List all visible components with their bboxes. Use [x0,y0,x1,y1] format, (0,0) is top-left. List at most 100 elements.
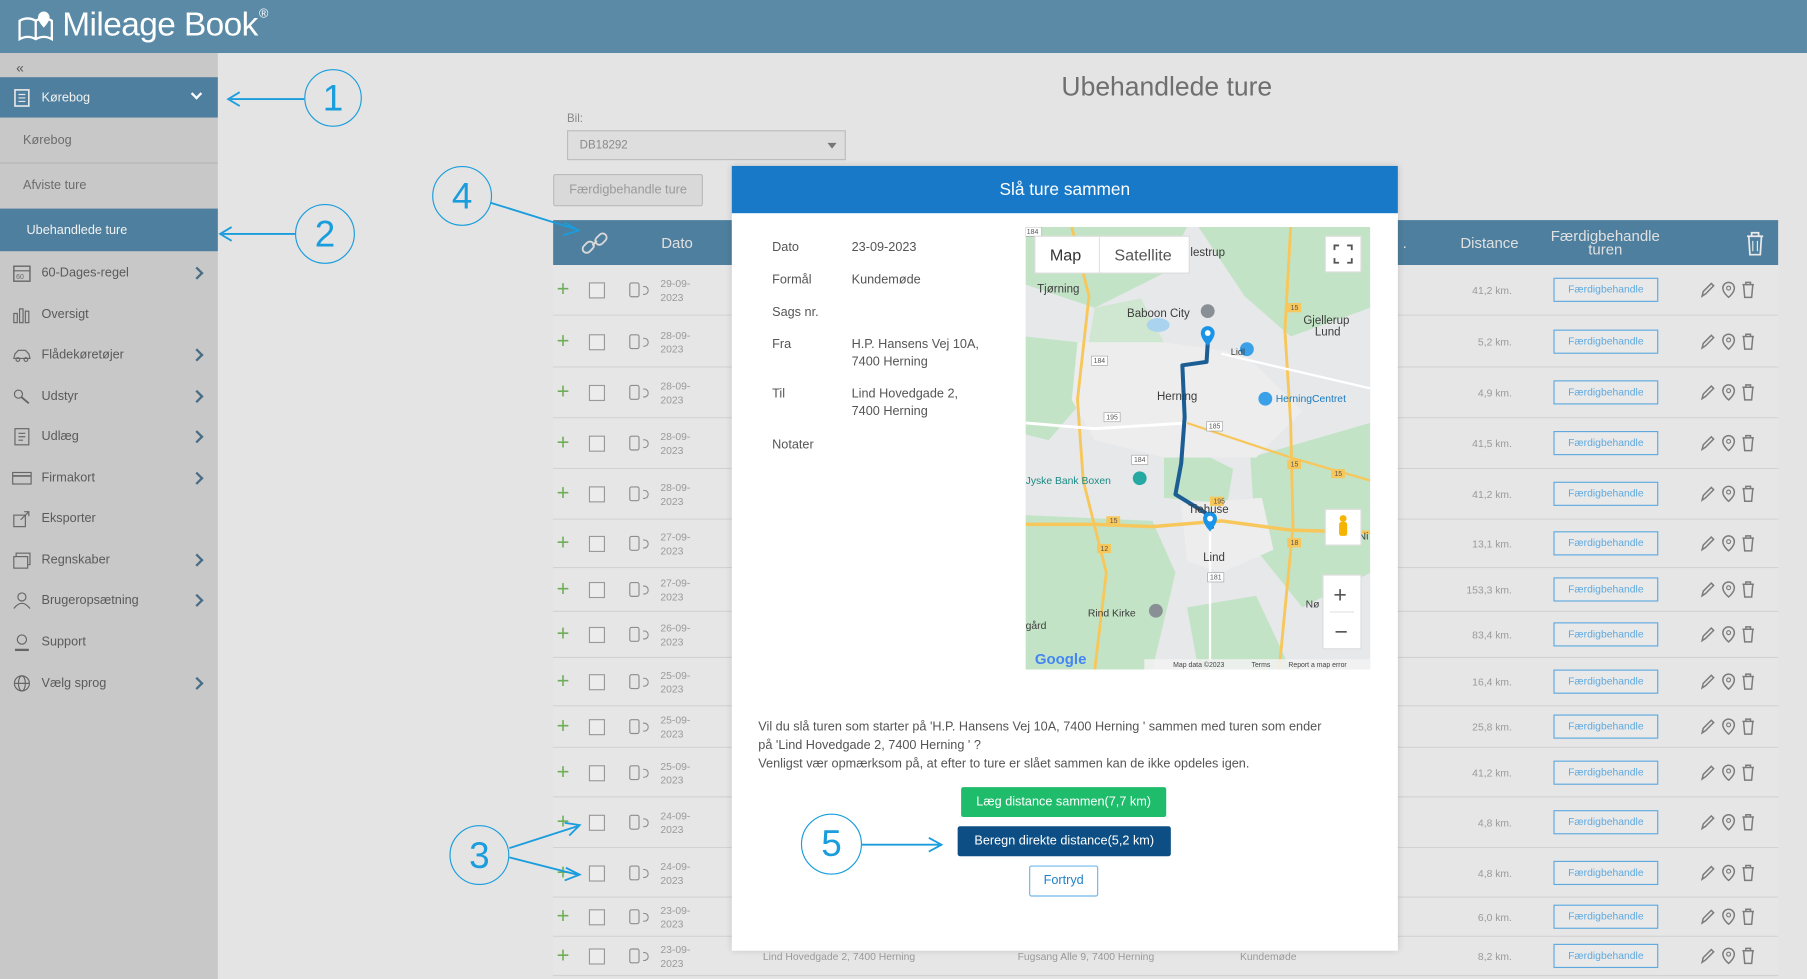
trash-icon[interactable] [1741,947,1755,965]
route-map[interactable]: 184 195 185 184 181 184 12 15 18 15 15 1… [1025,227,1371,670]
edit-pencil-icon[interactable] [1700,814,1716,831]
sidebar-subitem-korebog[interactable]: Kørebog [0,118,218,163]
trash-icon[interactable] [1741,535,1755,552]
trash-icon[interactable] [1741,485,1755,503]
complete-trip-button[interactable]: Færdigbehandle [1553,622,1659,647]
edit-pencil-icon[interactable] [1700,281,1716,298]
sidebar-item-support[interactable]: Support [0,629,218,654]
row-checkbox[interactable] [588,764,606,781]
sidebar-item-regnskaber[interactable]: Regnskaber [0,547,218,572]
row-checkbox[interactable] [588,384,606,402]
complete-trip-button[interactable]: Færdigbehandle [1553,577,1659,602]
expand-row-button[interactable]: + [557,906,570,928]
sidebar-subitem-ubehandlede-ture[interactable]: Ubehandlede ture [0,208,218,252]
expand-row-button[interactable]: + [557,330,570,352]
edit-pencil-icon[interactable] [1700,673,1716,690]
trash-icon[interactable] [1741,332,1755,350]
complete-trip-button[interactable]: Færdigbehandle [1553,277,1659,302]
map-pin-icon[interactable] [1722,581,1736,598]
map-canvas[interactable]: 184 195 185 184 181 184 12 15 18 15 15 1… [1025,227,1371,670]
expand-row-button[interactable]: + [557,671,570,693]
row-checkbox[interactable] [588,435,606,452]
edit-pencil-icon[interactable] [1700,485,1716,502]
sidebar-item-korebog[interactable]: Kørebog [0,77,218,118]
row-checkbox[interactable] [588,333,606,350]
distance-column-header[interactable]: Distance [1446,220,1532,265]
map-pin-icon[interactable] [1722,281,1736,299]
map-pin-icon[interactable] [1722,485,1736,503]
expand-row-button[interactable]: + [557,483,570,505]
complete-trip-button[interactable]: Færdigbehandle [1553,714,1659,739]
row-checkbox[interactable] [588,626,606,644]
trash-icon[interactable] [1741,581,1755,598]
cancel-button[interactable]: Fortryd [1029,865,1099,897]
sidebar-item-vaelg-sprog[interactable]: Vælg sprog [0,671,218,696]
sidebar-item-fladekoretojer[interactable]: Flådekøretøjer [0,342,218,367]
expand-row-button[interactable]: + [557,579,570,601]
map-pin-icon[interactable] [1722,434,1736,452]
expand-row-button[interactable]: + [557,432,570,454]
complete-trip-button[interactable]: Færdigbehandle [1553,430,1659,456]
row-checkbox[interactable] [588,674,606,691]
complete-trip-button[interactable]: Færdigbehandle [1553,380,1659,405]
edit-pencil-icon[interactable] [1700,581,1716,598]
row-checkbox[interactable] [588,486,606,503]
trash-icon[interactable] [1741,763,1755,781]
edit-pencil-icon[interactable] [1700,864,1716,881]
map-pin-icon[interactable] [1722,763,1736,781]
trash-icon[interactable] [1741,673,1755,690]
sidebar-item-60-dages-regel[interactable]: 60 60-Dages-regel [0,260,218,285]
row-checkbox[interactable] [588,535,606,552]
expand-row-button[interactable]: + [557,811,570,833]
complete-trip-button[interactable]: Færdigbehandle [1553,760,1659,785]
row-checkbox[interactable] [588,814,606,831]
edit-pencil-icon[interactable] [1700,384,1716,401]
map-pin-icon[interactable] [1722,384,1736,401]
sidebar-item-brugeropsaetning[interactable]: Brugeropsætning [0,588,218,613]
calculate-direct-distance-button[interactable]: Beregn direkte distance(5,2 km) [957,826,1171,857]
trash-icon[interactable] [1741,281,1755,299]
sidebar-item-udlaeg[interactable]: Udlæg [0,424,218,449]
map-pin-icon[interactable] [1722,332,1736,350]
complete-trip-button[interactable]: Færdigbehandle [1553,810,1659,835]
row-checkbox[interactable] [588,282,606,299]
trash-icon[interactable] [1741,434,1755,452]
trash-icon[interactable] [1741,384,1755,401]
date-column-header[interactable]: Dato [645,220,708,265]
map-pin-icon[interactable] [1722,864,1736,881]
sidebar-item-oversigt[interactable]: Oversigt [0,302,218,327]
expand-row-button[interactable]: + [557,945,570,967]
sidebar-item-udstyr[interactable]: Udstyr [0,384,218,409]
collapse-sidebar-button[interactable]: « [16,60,24,76]
edit-pencil-icon[interactable] [1700,535,1716,552]
complete-trip-button[interactable]: Færdigbehandle [1553,531,1659,556]
row-checkbox[interactable] [588,948,606,965]
trash-icon[interactable] [1741,864,1755,881]
expand-row-button[interactable]: + [557,532,570,554]
expand-row-button[interactable]: + [557,716,570,738]
complete-trip-button[interactable]: Færdigbehandle [1553,669,1659,694]
sidebar-item-firmakort[interactable]: Firmakort [0,466,218,491]
expand-row-button[interactable]: + [557,381,570,403]
edit-pencil-icon[interactable] [1700,332,1716,350]
expand-row-button[interactable]: + [557,761,570,783]
map-pin-icon[interactable] [1722,535,1736,552]
map-pin-icon[interactable] [1722,626,1736,643]
map-pin-icon[interactable] [1722,947,1736,965]
app-logo[interactable]: Mileage Book ® [16,6,268,45]
complete-trip-button[interactable]: Færdigbehandle [1553,943,1659,969]
edit-pencil-icon[interactable] [1700,626,1716,643]
edit-pencil-icon[interactable] [1700,763,1716,781]
complete-trip-button[interactable]: Færdigbehandle [1553,481,1659,506]
trash-icon[interactable] [1741,908,1755,925]
row-checkbox[interactable] [588,719,606,736]
map-pin-icon[interactable] [1722,813,1736,831]
complete-trip-button[interactable]: Færdigbehandle [1553,904,1659,929]
row-checkbox[interactable] [588,864,606,882]
map-pin-icon[interactable] [1722,908,1736,926]
expand-row-button[interactable]: + [557,861,570,883]
trash-icon[interactable] [1741,626,1755,643]
trash-icon[interactable] [1741,718,1755,735]
complete-trip-button[interactable]: Færdigbehandle [1553,329,1659,354]
expand-row-button[interactable]: + [557,623,570,645]
